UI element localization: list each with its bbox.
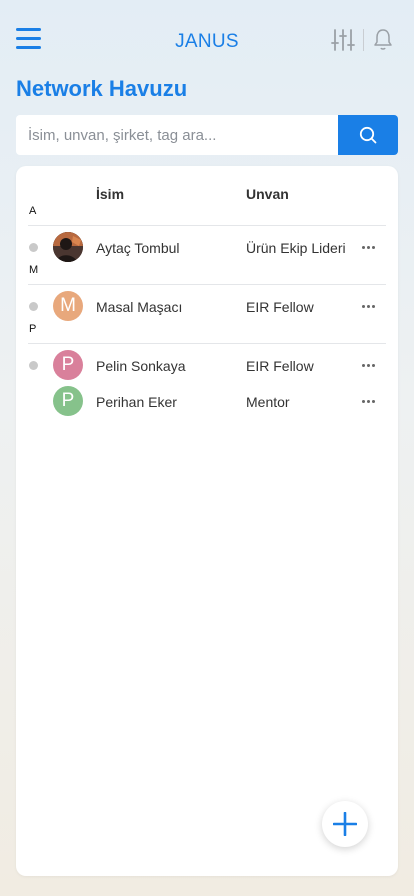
avatar: M <box>53 291 83 321</box>
contact-title: EIR Fellow <box>246 358 314 374</box>
contact-title: Mentor <box>246 394 290 410</box>
group-divider <box>28 343 386 344</box>
group-letter-a: A <box>29 205 37 217</box>
bell-icon <box>374 29 392 50</box>
status-dot <box>29 361 38 370</box>
avatar <box>53 232 83 262</box>
contact-title: Ürün Ekip Lideri <box>246 240 346 256</box>
contact-row[interactable]: P Perihan Eker Mentor <box>16 384 398 418</box>
status-dot <box>29 243 38 252</box>
contact-row[interactable]: M Masal Maşacı EIR Fellow <box>16 289 398 323</box>
column-header-name[interactable]: İsim <box>96 186 124 202</box>
column-header-title[interactable]: Unvan <box>246 186 289 202</box>
group-divider <box>28 284 386 285</box>
contact-name: Aytaç Tombul <box>96 240 180 256</box>
contact-name: Pelin Sonkaya <box>96 358 186 374</box>
search-input[interactable] <box>16 115 338 155</box>
group-letter-m: M <box>29 264 39 276</box>
header-divider <box>363 29 364 51</box>
top-bar: JANUS <box>0 0 414 80</box>
status-dot <box>29 302 38 311</box>
contact-title: EIR Fellow <box>246 299 314 315</box>
search-button[interactable] <box>338 115 398 155</box>
sliders-icon <box>331 29 355 51</box>
avatar-photo <box>53 232 83 262</box>
contact-row[interactable]: P Pelin Sonkaya EIR Fellow <box>16 348 398 382</box>
more-horizontal-icon[interactable] <box>360 391 378 411</box>
contact-row[interactable]: Aytaç Tombul Ürün Ekip Lideri <box>16 230 398 264</box>
contacts-card: İsim Unvan A Aytaç Tombul Ürün Ekip Lide… <box>16 166 398 876</box>
group-divider <box>28 225 386 226</box>
more-horizontal-icon[interactable] <box>360 237 378 257</box>
page-title: Network Havuzu <box>16 76 188 101</box>
avatar: P <box>53 350 83 380</box>
notifications-button[interactable] <box>372 27 394 51</box>
avatar: P <box>53 386 83 416</box>
contact-name: Perihan Eker <box>96 394 177 410</box>
filter-button[interactable] <box>331 28 355 52</box>
contact-name: Masal Maşacı <box>96 299 183 315</box>
group-letter-p: P <box>29 323 37 335</box>
more-horizontal-icon[interactable] <box>360 296 378 316</box>
add-contact-button[interactable] <box>322 801 368 847</box>
plus-icon <box>333 812 357 836</box>
search-icon <box>359 126 377 144</box>
more-horizontal-icon[interactable] <box>360 355 378 375</box>
search-bar <box>16 115 398 155</box>
